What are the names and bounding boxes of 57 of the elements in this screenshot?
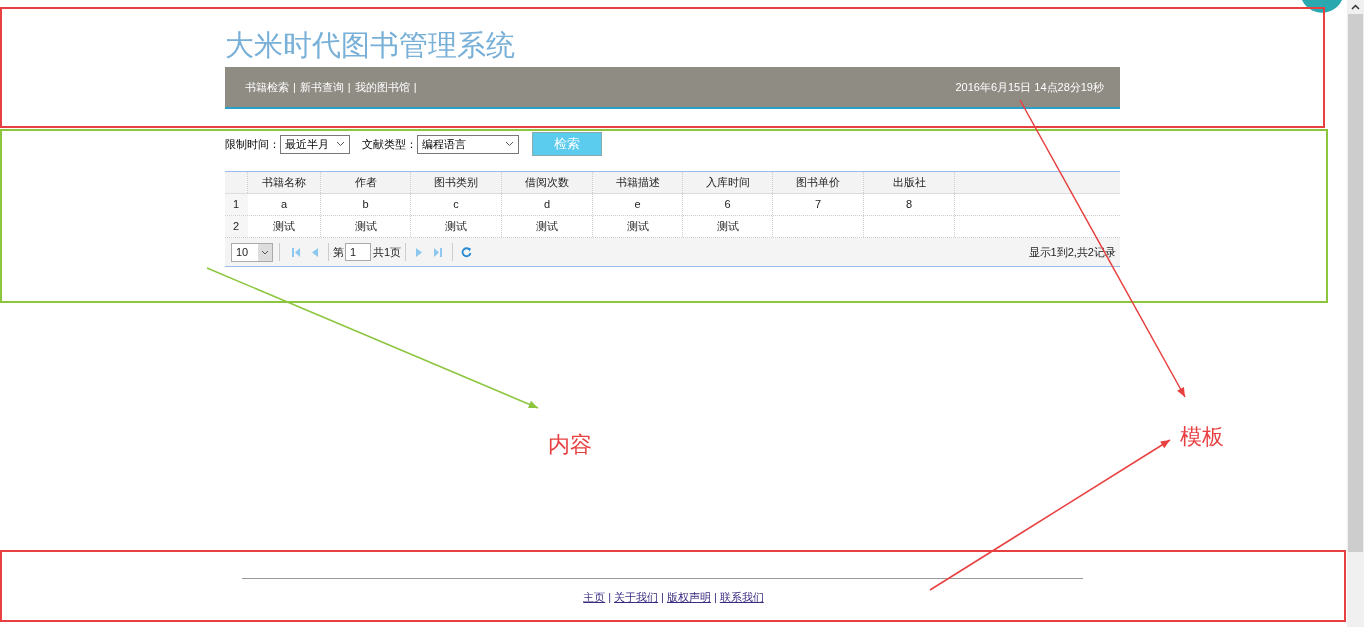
first-page-icon[interactable] bbox=[292, 247, 300, 257]
table-cell: b bbox=[321, 194, 411, 215]
table-cell: 测试 bbox=[683, 216, 773, 237]
table-cell: c bbox=[411, 194, 502, 215]
column-header[interactable]: 借阅次数 bbox=[502, 172, 593, 193]
chevron-down-icon bbox=[258, 243, 272, 261]
footer-separator: | bbox=[661, 589, 664, 605]
previous-page-icon[interactable] bbox=[312, 247, 318, 257]
filter-select[interactable]: 编程语言 bbox=[417, 134, 519, 154]
footer-separator: | bbox=[713, 589, 717, 605]
annotation-label: 模板 bbox=[1180, 423, 1224, 451]
scrollbar-thumb[interactable] bbox=[1348, 14, 1363, 552]
site-title: 大米时代图书管理系统 bbox=[225, 28, 516, 63]
table-cell: 测试 bbox=[593, 216, 683, 237]
footer-separator: | bbox=[608, 589, 612, 605]
table-cell: 6 bbox=[683, 194, 773, 215]
datetime-text: 2016年6月15日 14点28分19秒 bbox=[955, 79, 1104, 95]
footer-link[interactable]: 版权声明 bbox=[666, 588, 711, 605]
table-cell: 7 bbox=[773, 194, 864, 215]
column-header[interactable]: 书籍名称 bbox=[248, 172, 321, 193]
chevron-down-icon bbox=[336, 141, 345, 147]
table-cell: d bbox=[502, 194, 593, 215]
column-header[interactable]: 书籍描述 bbox=[593, 172, 683, 193]
table-cell: e bbox=[593, 194, 683, 215]
column-header[interactable]: 图书类别 bbox=[411, 172, 502, 193]
scrollbar[interactable] bbox=[1347, 0, 1364, 627]
column-header[interactable]: 入库时间 bbox=[683, 172, 773, 193]
nav-separator: | bbox=[347, 79, 351, 95]
table-cell: 测试 bbox=[321, 216, 411, 237]
column-header[interactable]: 出版社 bbox=[864, 172, 955, 193]
page-count-text: 共1页 bbox=[373, 244, 402, 260]
page-input[interactable]: 1 bbox=[345, 243, 371, 261]
page-label: 第 bbox=[333, 244, 344, 260]
footer-link[interactable]: 关于我们 bbox=[614, 588, 659, 605]
row-number: 2 bbox=[225, 216, 248, 237]
table-cell: 8 bbox=[864, 194, 955, 215]
footer-link[interactable]: 联系我们 bbox=[719, 588, 764, 605]
table-cell: 测试 bbox=[411, 216, 502, 237]
table-cell: 测试 bbox=[248, 216, 321, 237]
page-size-select[interactable]: 10 bbox=[231, 242, 273, 262]
row-number: 1 bbox=[225, 194, 248, 215]
refresh-icon[interactable] bbox=[461, 246, 473, 258]
annotation-label: 内容 bbox=[548, 431, 592, 459]
nav-separator: | bbox=[293, 79, 296, 95]
chevron-down-icon bbox=[505, 141, 514, 147]
column-header[interactable]: 图书单价 bbox=[773, 172, 864, 193]
table-cell: a bbox=[248, 194, 321, 215]
filter-select[interactable]: 最近半月 bbox=[280, 134, 350, 154]
next-page-icon[interactable] bbox=[416, 247, 423, 257]
logo-icon bbox=[1302, 0, 1342, 13]
filter-label: 限制时间： bbox=[225, 136, 280, 152]
column-header[interactable]: 作者 bbox=[321, 172, 411, 193]
footer-link[interactable]: 主页 bbox=[583, 588, 606, 605]
filter-label: 文献类型： bbox=[362, 136, 417, 152]
last-page-icon[interactable] bbox=[434, 247, 443, 257]
table-cell: 测试 bbox=[502, 216, 593, 237]
nav-separator: | bbox=[413, 79, 417, 95]
